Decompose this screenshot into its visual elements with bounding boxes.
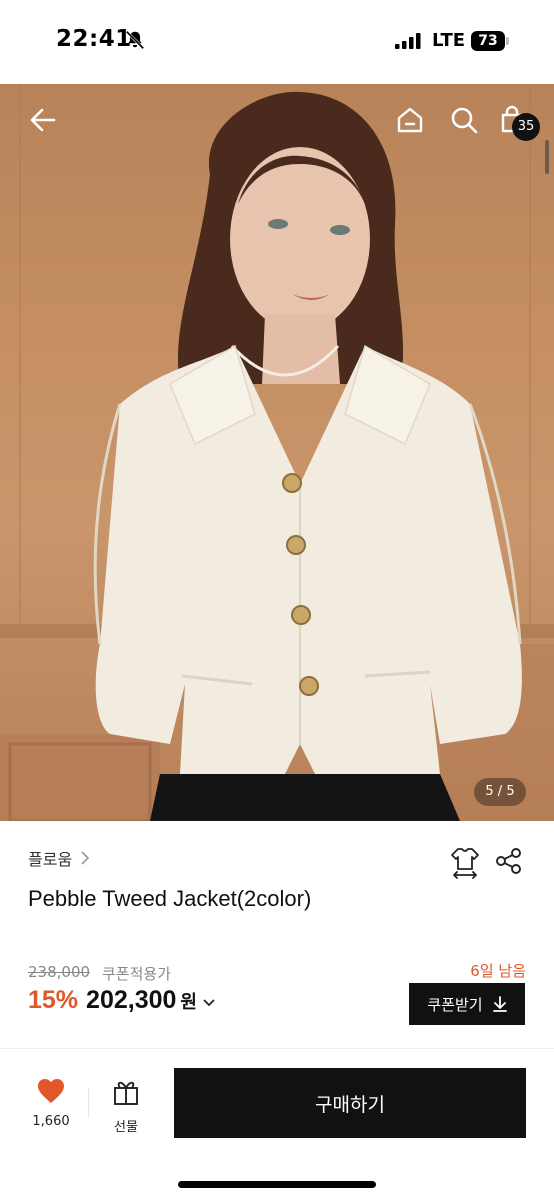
- chevron-right-icon: [81, 851, 90, 865]
- download-icon: [492, 996, 507, 1012]
- coupon-days-left: 6일 남음: [470, 962, 526, 980]
- brand-name: 플로움: [28, 850, 73, 869]
- battery-icon: 73: [471, 31, 509, 51]
- original-price: 238,000: [28, 963, 91, 981]
- coupon-price-note: 쿠폰적용가: [102, 965, 172, 983]
- share-icon[interactable]: [494, 846, 524, 876]
- back-arrow-icon: [30, 108, 56, 132]
- gift-icon: [114, 1081, 138, 1105]
- coupon-button-label: 쿠폰받기: [427, 995, 483, 1014]
- product-photo: [0, 84, 554, 821]
- buy-button[interactable]: 구매하기: [174, 1068, 526, 1138]
- status-bar: 22:41 LTE 73: [0, 0, 554, 84]
- network-label: LTE: [432, 30, 466, 51]
- chevron-down-icon: [203, 999, 215, 1007]
- home-indicator: [178, 1181, 376, 1188]
- scroll-indicator: [545, 140, 549, 174]
- like-count: 1,660: [32, 1114, 70, 1129]
- bell-slash-icon: [125, 30, 145, 50]
- home-button[interactable]: [390, 100, 430, 140]
- signal-icon: [395, 33, 421, 49]
- sale-price: 202,300: [86, 986, 177, 1014]
- search-button[interactable]: [444, 100, 484, 140]
- product-title: Pebble Tweed Jacket(2color): [28, 886, 312, 911]
- discount-rate: 15%: [28, 986, 79, 1014]
- price-row[interactable]: 15% 202,300 원: [28, 986, 215, 1015]
- product-image[interactable]: [0, 84, 554, 821]
- image-counter: 5 / 5: [474, 778, 526, 806]
- size-guide-icon[interactable]: [448, 845, 482, 879]
- heart-icon: [38, 1079, 64, 1103]
- gift-label: 선물: [114, 1120, 138, 1135]
- cart-count-badge[interactable]: 35: [512, 113, 540, 141]
- currency-label: 원: [180, 992, 197, 1013]
- brand-link[interactable]: 플로움: [28, 846, 90, 870]
- like-button[interactable]: 1,660: [26, 1078, 76, 1129]
- back-button[interactable]: [22, 100, 62, 140]
- battery-level: 73: [478, 33, 498, 49]
- search-icon: [451, 107, 478, 134]
- bottom-divider: [88, 1088, 89, 1118]
- gift-button[interactable]: 선물: [104, 1078, 148, 1135]
- coupon-download-button[interactable]: 쿠폰받기: [409, 983, 525, 1025]
- status-time: 22:41: [56, 26, 132, 52]
- home-icon: [397, 107, 423, 133]
- section-divider: [0, 1048, 554, 1049]
